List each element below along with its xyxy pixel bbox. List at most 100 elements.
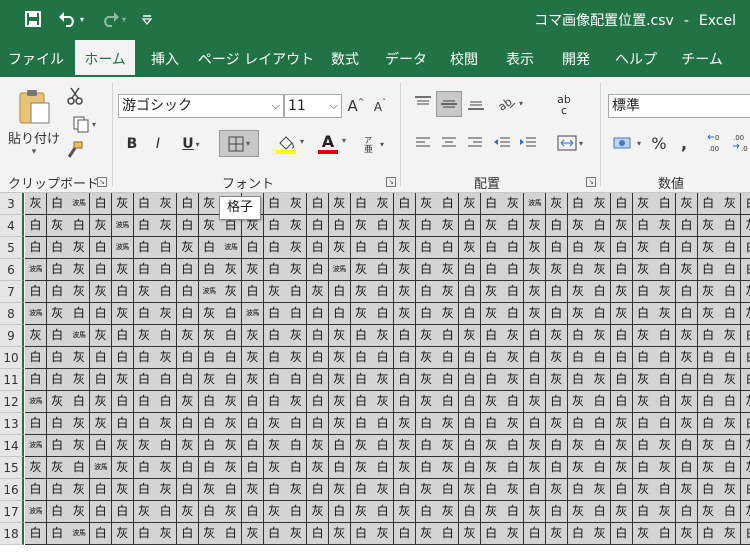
grid-cell[interactable]: 白 [242,281,264,303]
grid-cell[interactable]: 白 [90,369,113,391]
grid-cell[interactable]: 白 [459,347,481,369]
grid-cell[interactable]: 灰 [415,523,438,545]
grid-cell[interactable]: 白 [524,413,547,435]
grid-cell[interactable]: 白 [25,281,47,303]
grid-cell[interactable]: 白 [263,237,286,259]
grid-cell[interactable]: 白 [459,281,481,303]
row-header[interactable]: 5 [0,237,24,259]
grid-cell[interactable]: 灰 [328,413,351,435]
copy-button[interactable]: ▾ [64,113,104,135]
grid-cell[interactable]: 波馬 [220,237,243,259]
row-header[interactable]: 11 [0,369,24,391]
grid-cell[interactable]: 灰 [68,237,91,259]
grid-cell[interactable]: 白 [719,501,742,523]
grid-cell[interactable]: 灰 [524,435,547,457]
grid-cell[interactable]: 灰 [285,237,308,259]
grid-cell[interactable]: 灰 [68,347,91,369]
grid-cell[interactable]: 白 [90,259,113,281]
grid-cell[interactable]: 灰 [220,281,243,303]
grid-cell[interactable]: 灰 [285,479,308,501]
grid-cell[interactable]: 白 [480,523,503,545]
grid-cell[interactable]: 灰 [676,347,698,369]
grid-cell[interactable]: 白 [632,413,655,435]
grid-cell[interactable]: 灰 [328,325,351,347]
redo-dropdown-icon[interactable]: ▾ [122,15,126,24]
grid-cell[interactable]: 白 [654,391,677,413]
grid-cell[interactable]: 白 [263,215,286,237]
grid-cell[interactable]: 白 [220,303,243,325]
grid-cell[interactable]: 白 [459,259,481,281]
grid-cell[interactable]: 白 [654,193,677,215]
paste-dropdown-icon[interactable]: ▾ [32,147,37,157]
grid-cell[interactable]: 灰 [524,281,547,303]
grid-cell[interactable]: 白 [263,325,286,347]
grid-cell[interactable]: 灰 [155,215,178,237]
grid-cell[interactable]: 灰 [415,325,438,347]
grid-cell[interactable]: 灰 [350,259,373,281]
grid-cell[interactable]: 白 [415,259,438,281]
grid-cell[interactable]: 灰 [676,391,698,413]
grid-cell[interactable]: 灰 [155,347,178,369]
grid-cell[interactable]: 白 [220,369,243,391]
grid-cell[interactable]: 灰 [198,193,221,215]
number-format-combo[interactable]: 標準 [608,94,750,118]
grid-cell[interactable]: 灰 [68,369,91,391]
grid-cell[interactable]: 白 [676,435,698,457]
grid-cell[interactable]: 白 [242,237,264,259]
grid-cell[interactable]: 白 [654,369,677,391]
phonetic-button[interactable]: ア亜 ▾ [356,132,390,156]
grid-cell[interactable]: 白 [545,391,568,413]
grid-cell[interactable]: 灰 [676,479,698,501]
grid-cell[interactable]: 灰 [350,457,373,479]
grid-cell[interactable]: 白 [133,391,156,413]
grid-cell[interactable]: 白 [176,347,199,369]
grid-cell[interactable]: 白 [502,457,525,479]
grid-cell[interactable]: 白 [90,193,113,215]
grid-cell[interactable]: 灰 [545,193,568,215]
grid-cell[interactable]: 灰 [307,501,330,523]
grid-cell[interactable]: 灰 [632,523,655,545]
grid-cell[interactable]: 白 [502,215,525,237]
grid-cell[interactable]: 白 [393,523,416,545]
grid-cell[interactable]: 灰 [285,325,308,347]
grid-cell[interactable]: 白 [350,479,373,501]
decrease-decimal-button[interactable]: .00.0 [730,129,750,157]
grid-cell[interactable]: 白 [589,391,612,413]
grid-cell[interactable]: 白 [524,325,547,347]
grid-cell[interactable]: 白 [372,457,395,479]
grid-cell[interactable]: 灰 [307,281,330,303]
grid-cell[interactable]: 白 [415,435,438,457]
grid-cell[interactable]: 灰 [176,501,199,523]
tab-help[interactable]: ヘルプ [606,40,666,77]
grid-cell[interactable]: 白 [545,215,568,237]
grid-cell[interactable]: 灰 [198,303,221,325]
grid-cell[interactable]: 白 [176,479,199,501]
grid-cell[interactable]: 白 [350,237,373,259]
grid-cell[interactable]: 白 [263,523,286,545]
grid-cell[interactable]: 灰 [676,325,698,347]
grid-cell[interactable]: 灰 [285,193,308,215]
grid-cell[interactable]: 白 [155,435,178,457]
grid-cell[interactable]: 灰 [307,435,330,457]
grid-cell[interactable]: 灰 [220,391,243,413]
grid-cell[interactable]: 灰 [372,479,395,501]
grid-cell[interactable]: 白 [328,457,351,479]
grid-cell[interactable]: 灰 [567,215,590,237]
grid-cell[interactable]: 白 [502,391,525,413]
grid-cell[interactable]: 白 [567,347,590,369]
bold-button[interactable]: B [122,133,142,155]
grid-cell[interactable]: 白 [719,303,742,325]
grid-cell[interactable]: 灰 [220,413,243,435]
row-header[interactable]: 12 [0,391,24,413]
grid-cell[interactable]: 白 [350,391,373,413]
grid-cell[interactable]: 白 [480,479,503,501]
grid-cell[interactable]: 灰 [632,325,655,347]
grid-cell[interactable]: 灰 [741,457,750,479]
grid-cell[interactable]: 白 [242,413,264,435]
cut-button[interactable] [64,85,86,107]
grid-cell[interactable]: 白 [263,347,286,369]
grid-cell[interactable]: 灰 [545,347,568,369]
chevron-down-icon[interactable]: ⌵ [272,95,280,117]
grid-cell[interactable]: 白 [437,325,460,347]
grid-cell[interactable]: 灰 [415,391,438,413]
